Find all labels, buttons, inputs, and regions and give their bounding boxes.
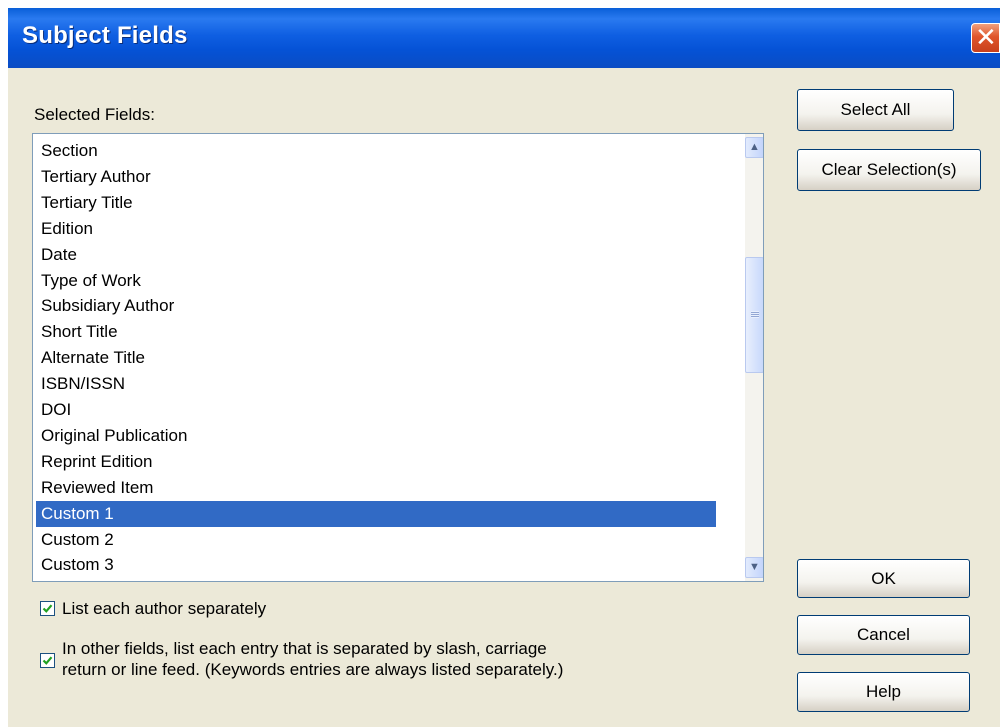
ok-button[interactable]: OK xyxy=(797,559,970,598)
list-item[interactable]: Date xyxy=(41,242,713,268)
list-item[interactable]: Short Title xyxy=(41,319,713,345)
selected-fields-label: Selected Fields: xyxy=(34,105,155,124)
dialog-title: Subject Fields xyxy=(22,22,188,49)
list-entries-label-line1: In other fields, list each entry that is… xyxy=(62,639,547,658)
scrollbar-thumb[interactable] xyxy=(745,257,763,373)
list-item[interactable]: Original Publication xyxy=(41,423,713,449)
subject-fields-dialog: Subject Fields ✕ Selected Fields: Sectio… xyxy=(8,8,1000,727)
cancel-button[interactable]: Cancel xyxy=(797,615,970,655)
list-item[interactable]: Custom 3 xyxy=(41,552,713,578)
list-item[interactable]: Reviewed Item xyxy=(41,475,713,501)
grip-icon xyxy=(751,311,759,318)
list-item[interactable]: Tertiary Title xyxy=(41,190,713,216)
chevron-up-icon: ▲ xyxy=(749,141,760,153)
list-item[interactable]: Type of Work xyxy=(41,268,713,294)
list-entries-separately-checkbox[interactable] xyxy=(40,653,55,668)
list-item[interactable]: Section xyxy=(41,138,713,164)
close-button[interactable]: ✕ xyxy=(971,23,1000,53)
vertical-scrollbar[interactable]: ▲ ▼ xyxy=(745,134,763,581)
checkmark-icon xyxy=(42,656,53,665)
title-bar[interactable]: Subject Fields ✕ xyxy=(8,8,1000,68)
list-item[interactable]: Alternate Title xyxy=(41,345,713,371)
list-item[interactable]: Custom 2 xyxy=(41,527,713,553)
list-entries-separately-label[interactable]: In other fields, list each entry that is… xyxy=(62,638,563,680)
list-authors-separately-checkbox[interactable] xyxy=(40,601,55,616)
select-all-button[interactable]: Select All xyxy=(797,89,954,131)
scroll-up-button[interactable]: ▲ xyxy=(745,137,763,158)
help-button[interactable]: Help xyxy=(797,672,970,712)
close-icon: ✕ xyxy=(975,23,997,53)
list-item[interactable]: ISBN/ISSN xyxy=(41,371,713,397)
list-item[interactable]: DOI xyxy=(41,397,713,423)
clear-selection-button[interactable]: Clear Selection(s) xyxy=(797,149,981,191)
list-item[interactable]: Custom 1 xyxy=(36,500,716,527)
list-item[interactable]: Subsidiary Author xyxy=(41,293,713,319)
chevron-down-icon: ▼ xyxy=(749,561,760,573)
checkmark-icon xyxy=(42,604,53,613)
list-item[interactable]: Tertiary Author xyxy=(41,164,713,190)
list-item[interactable]: Edition xyxy=(41,216,713,242)
list-entries-label-line2: return or line feed. (Keywords entries a… xyxy=(62,660,564,679)
list-authors-separately-label[interactable]: List each author separately xyxy=(62,598,266,619)
selected-fields-listbox[interactable]: Section Tertiary Author Tertiary Title Edit… xyxy=(32,133,764,582)
scroll-down-button[interactable]: ▼ xyxy=(745,557,763,578)
list-item[interactable]: Reprint Edition xyxy=(41,449,713,475)
